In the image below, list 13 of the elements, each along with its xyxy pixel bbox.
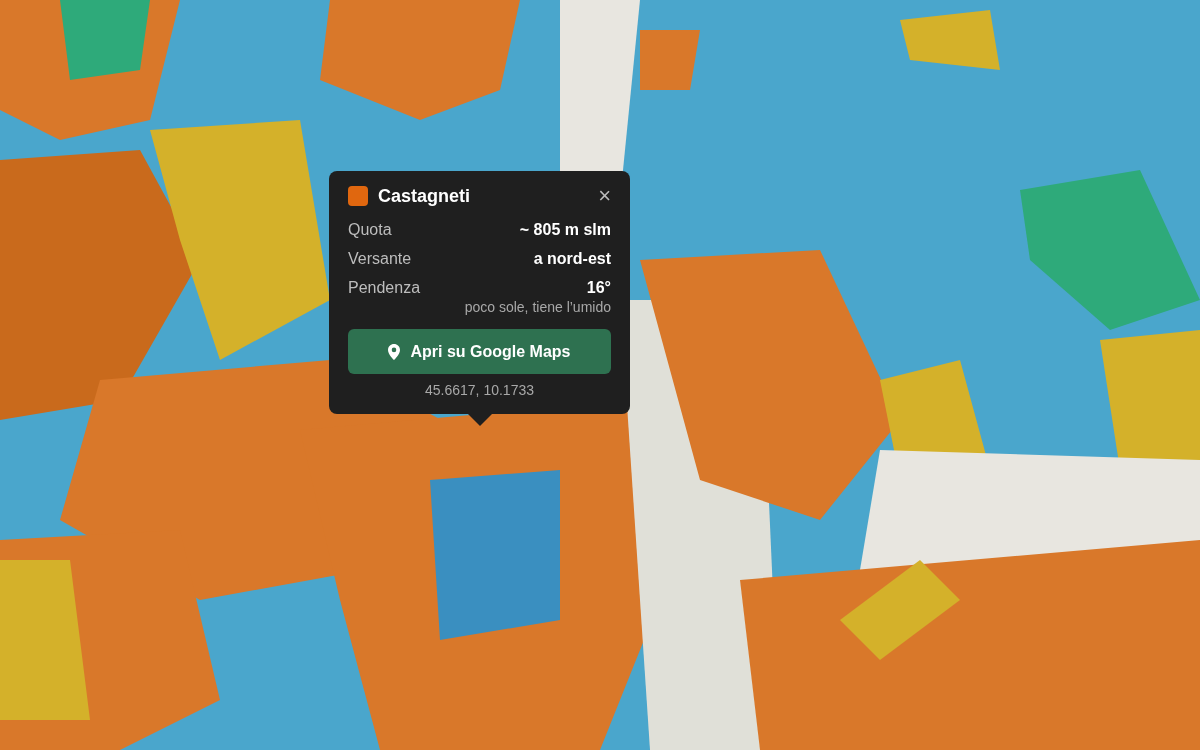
location-pin-icon (388, 343, 401, 360)
coordinates: 45.6617, 10.1733 (424, 382, 535, 398)
close-button[interactable]: × (598, 185, 611, 207)
field-value: ~ 805 m slm (519, 220, 611, 240)
field-label: Versante (348, 249, 412, 269)
field-value: 16° (586, 278, 611, 298)
field-label: Pendenza (348, 278, 421, 298)
map-drawing[interactable] (0, 0, 1200, 750)
popup-title: Castagneti (378, 185, 472, 207)
field-value: a nord-est (533, 249, 611, 269)
open-maps-button[interactable]: Apri su Google Maps (348, 329, 611, 374)
slope-note: poco sole, tiene l’umido (463, 299, 611, 315)
field-label: Quota (348, 220, 392, 240)
